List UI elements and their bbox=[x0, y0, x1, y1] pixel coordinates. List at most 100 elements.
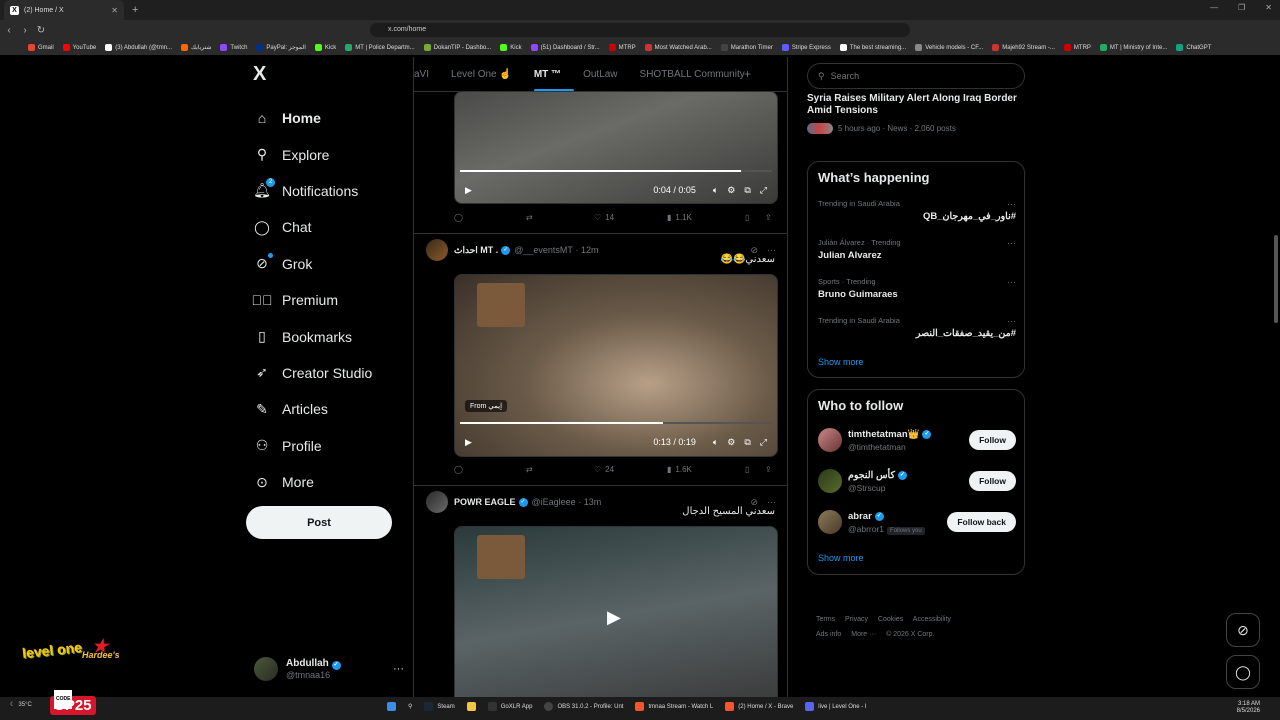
bookmark-item[interactable]: Majeh92 Stream -... bbox=[992, 44, 1055, 51]
pip-icon[interactable]: ⧉ bbox=[744, 185, 750, 196]
sidebar-item-premium[interactable]: ✓⃝ Premium bbox=[252, 282, 372, 318]
bookmark-item[interactable]: YouTube bbox=[62, 44, 96, 51]
minimize-icon[interactable]: — bbox=[1210, 3, 1218, 12]
bookmark-item[interactable]: شتريايك bbox=[181, 44, 211, 51]
footer-cookies[interactable]: Cookies bbox=[878, 616, 903, 623]
new-tab-button[interactable]: + bbox=[132, 4, 138, 16]
post-author-handle[interactable]: @__eventsMT bbox=[514, 245, 573, 255]
settings-gear-icon[interactable]: ⚙ bbox=[727, 185, 735, 196]
bookmark-item[interactable]: MT | Police Departm... bbox=[345, 44, 415, 51]
reload-icon[interactable]: ↻ bbox=[34, 25, 48, 36]
follow-suggestion[interactable]: abrar ✓ @abrror1 Follows you Follow back bbox=[818, 507, 1016, 537]
volume-icon[interactable]: 🔈︎ bbox=[713, 437, 718, 448]
maximize-icon[interactable]: ❐ bbox=[1238, 3, 1245, 12]
x-logo-icon[interactable]: X bbox=[253, 63, 266, 86]
bookmark-item[interactable]: Vehicle models - CF... bbox=[915, 44, 983, 51]
taskbar-item-brave-stream[interactable]: tmnaa Stream - Watch L bbox=[635, 702, 713, 711]
bookmark-item[interactable]: ChatGPT bbox=[1176, 44, 1211, 51]
play-icon[interactable]: ▶ bbox=[465, 437, 472, 448]
sidebar-item-explore[interactable]: ⚲ Explore bbox=[254, 136, 372, 172]
fullscreen-icon[interactable]: ⤢ bbox=[760, 185, 767, 196]
bookmark-item[interactable]: PayPal: الموجز bbox=[256, 44, 306, 51]
volume-icon[interactable]: 🔈︎ bbox=[713, 185, 718, 196]
show-more-link[interactable]: Show more bbox=[818, 553, 864, 563]
messages-fab-icon[interactable]: ◯ bbox=[1226, 655, 1260, 689]
close-tab-icon[interactable]: ✕ bbox=[111, 6, 118, 15]
more-dots-icon[interactable]: ··· bbox=[1007, 238, 1016, 248]
trend-item[interactable]: Julián Álvarez · Trending Julian Alvarez… bbox=[818, 238, 1016, 261]
bookmark-item[interactable]: Stripe Express bbox=[781, 44, 831, 51]
taskbar-search-icon[interactable]: ⚲ bbox=[408, 703, 412, 710]
bookmark-item[interactable]: (51) Dashboard / Str... bbox=[530, 44, 600, 51]
bookmark-item[interactable]: Kick bbox=[500, 44, 522, 51]
share-icon[interactable]: ⇪ bbox=[765, 465, 772, 474]
post-author-name[interactable]: احداث MT . bbox=[454, 245, 498, 256]
bookmark-item[interactable]: Marathon Timer bbox=[720, 44, 773, 51]
trend-item[interactable]: Trending in Saudi Arabia #من_يقيد_صفقات_… bbox=[818, 316, 1016, 339]
more-dots-icon[interactable]: ··· bbox=[1007, 277, 1016, 287]
tab-avi[interactable]: aVI bbox=[414, 69, 429, 80]
file-explorer-icon[interactable] bbox=[466, 702, 476, 711]
bookmark-item[interactable]: Gmail bbox=[28, 44, 54, 51]
sidebar-item-chat[interactable]: ◯ Chat bbox=[254, 209, 372, 245]
more-dots-icon[interactable]: ··· bbox=[393, 663, 404, 675]
show-more-link[interactable]: Show more bbox=[818, 357, 864, 367]
sidebar-item-grok[interactable]: ⊘ Grok bbox=[254, 246, 372, 282]
footer-more[interactable]: More ··· bbox=[851, 631, 876, 638]
follow-suggestion[interactable]: timthetatman👑 ✓ @timthetatman Follow bbox=[818, 425, 1016, 455]
weather-widget[interactable]: ☾ 35°C bbox=[10, 701, 32, 709]
post-age[interactable]: 12m bbox=[581, 245, 599, 255]
bookmark-item[interactable]: (3) Abdullah (@tmn... bbox=[105, 44, 172, 51]
taskbar-item-discord[interactable]: live | Level One - I bbox=[805, 702, 867, 711]
search-input[interactable] bbox=[830, 71, 1011, 81]
grok-fab-icon[interactable]: ⊘ bbox=[1226, 613, 1260, 647]
more-dots-icon[interactable]: ··· bbox=[1007, 199, 1016, 209]
more-dots-icon[interactable]: ··· bbox=[1007, 316, 1016, 326]
bookmark-post-icon[interactable]: ▯ bbox=[745, 465, 765, 474]
taskbar-item-goxlr[interactable]: GoXLR App bbox=[487, 702, 532, 711]
tab-outlaw[interactable]: OutLaw bbox=[583, 69, 617, 80]
repost-button[interactable]: ⇄ bbox=[526, 465, 594, 474]
tab-shotball-community[interactable]: SHOTBALL Community bbox=[640, 69, 745, 80]
search-field[interactable]: ⚲ bbox=[807, 63, 1025, 89]
follow-suggestion[interactable]: كأس النجوم ✓ @Strscup Follow bbox=[818, 466, 1016, 496]
from-attribution[interactable]: From إيمي bbox=[465, 400, 508, 412]
post-button[interactable]: Post bbox=[246, 506, 392, 539]
scrollbar-thumb[interactable] bbox=[1274, 235, 1278, 323]
sidebar-item-home[interactable]: ⌂ Home bbox=[254, 100, 372, 136]
add-tab-icon[interactable]: + bbox=[744, 67, 751, 81]
back-icon[interactable]: ‹ bbox=[2, 25, 16, 36]
reply-button[interactable]: ◯ bbox=[454, 213, 526, 222]
bookmark-item[interactable]: MTRP bbox=[608, 44, 636, 51]
trend-item[interactable]: Trending in Saudi Arabia #ناور_في_مهرجان… bbox=[818, 199, 1016, 222]
tab-mt[interactable]: MT ™ bbox=[533, 69, 575, 92]
play-overlay-icon[interactable]: ▶ bbox=[607, 607, 621, 628]
trend-item[interactable]: Sports · Trending Bruno Guimaraes ··· bbox=[818, 277, 1016, 300]
like-button[interactable]: ♡ 14 bbox=[594, 213, 667, 222]
settings-gear-icon[interactable]: ⚙ bbox=[727, 437, 735, 448]
browser-tab[interactable]: X (2) Home / X ✕ bbox=[4, 0, 124, 20]
bookmark-post-icon[interactable]: ▯ bbox=[745, 213, 765, 222]
bookmark-item[interactable]: Most Watched Arab... bbox=[644, 44, 712, 51]
windows-start-icon[interactable] bbox=[387, 702, 396, 711]
reply-button[interactable]: ◯ bbox=[454, 465, 526, 474]
follow-button[interactable]: Follow bbox=[969, 430, 1016, 450]
system-tray[interactable]: 3:18 AM 8/5/2026 bbox=[1237, 701, 1260, 715]
sidebar-item-bookmarks[interactable]: ▯ Bookmarks bbox=[254, 318, 372, 354]
repost-button[interactable]: ⇄ bbox=[526, 213, 594, 222]
footer-privacy[interactable]: Privacy bbox=[845, 616, 868, 623]
bookmark-item[interactable]: MT | Ministry of Inte... bbox=[1099, 44, 1167, 51]
taskbar-item-brave-x[interactable]: (2) Home / X - Brave bbox=[725, 702, 793, 711]
share-icon[interactable]: ⇪ bbox=[765, 213, 772, 222]
sidebar-item-notifications[interactable]: 🔔︎ 2 Notifications bbox=[253, 173, 372, 209]
bookmark-item[interactable]: The best streaming... bbox=[839, 44, 906, 51]
follow-back-button[interactable]: Follow back bbox=[947, 512, 1016, 532]
news-item[interactable]: Syria Raises Military Alert Along Iraq B… bbox=[807, 93, 1025, 134]
footer-accessibility[interactable]: Accessibility bbox=[913, 616, 951, 623]
fullscreen-icon[interactable]: ⤢ bbox=[760, 437, 767, 448]
bookmark-item[interactable]: Twitch bbox=[220, 44, 247, 51]
video-progress-bar[interactable] bbox=[460, 170, 772, 172]
footer-terms[interactable]: Terms bbox=[816, 616, 835, 623]
avatar[interactable] bbox=[426, 491, 448, 513]
account-switcher[interactable]: Abdullah ✓ @tmnaa16 ··· bbox=[254, 654, 404, 684]
